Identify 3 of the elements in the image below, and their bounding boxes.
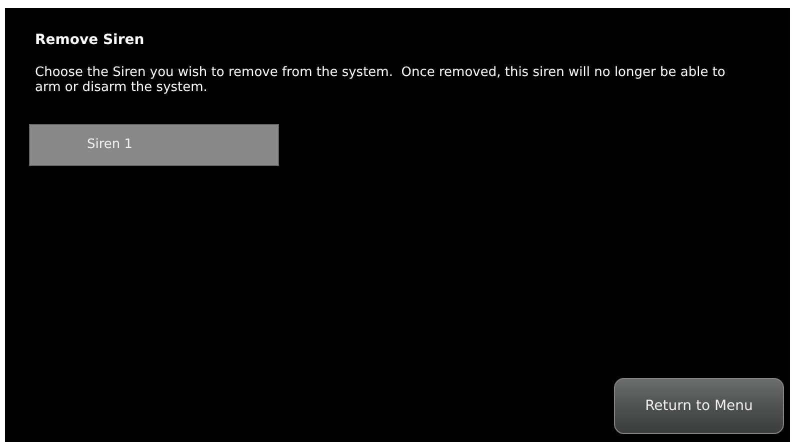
return-to-menu-button[interactable]: Return to Menu xyxy=(614,378,784,434)
instruction-text: Choose the Siren you wish to remove from the system. Once removed, this siren will no longer be able to arm or disarm the system. xyxy=(35,65,726,95)
screen-title: Remove Siren xyxy=(35,31,144,50)
